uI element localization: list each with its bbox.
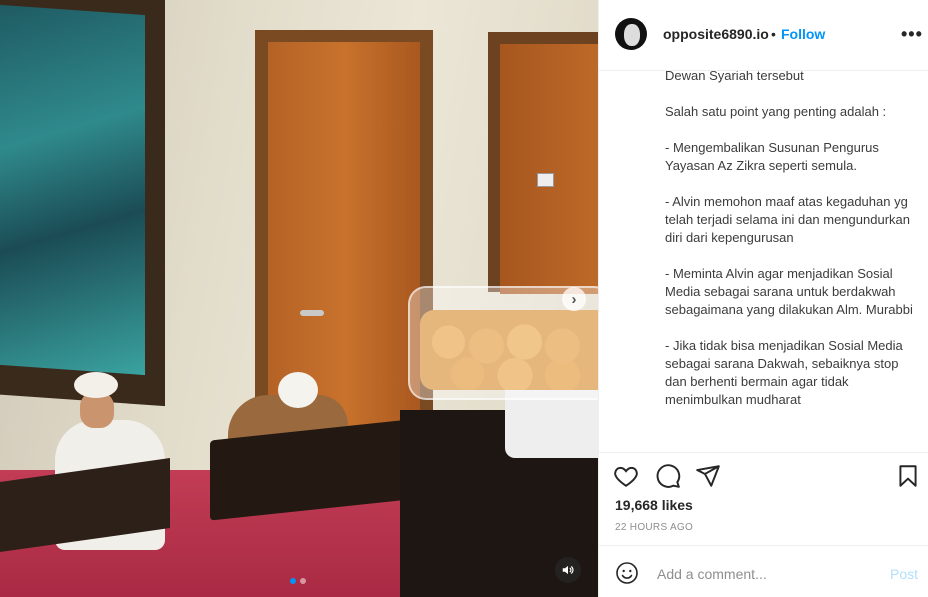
post-header: opposite6890.io • Follow ••• [599,0,928,71]
avatar-face [624,24,640,46]
post-timestamp[interactable]: 22 HOURS AGO [615,522,693,533]
paper-plane-icon[interactable] [695,463,721,489]
carousel-indicator [290,578,306,584]
instagram-post-view: › opposite6890.io • Follow ••• Dewan Sya… [0,0,928,597]
caption-line: Salah satu point yang penting adalah : [665,104,887,119]
caption-line: - Mengembalikan Susunan Pengurus Yayasan… [665,140,879,173]
more-options-icon[interactable]: ••• [901,24,923,45]
post-video[interactable]: › [0,0,598,597]
username-link[interactable]: opposite6890.io [663,26,769,42]
caption-line: - Jika tidak bisa menjadikan Sosial Medi… [665,338,903,407]
carousel-dot-active [290,578,296,584]
chevron-right-icon: › [571,290,577,308]
heart-icon[interactable] [613,463,639,489]
comment-bar: Post [599,545,928,597]
comment-input[interactable] [655,560,879,588]
sound-toggle-button[interactable] [555,557,581,583]
speaker-icon [562,565,574,575]
post-side-panel: opposite6890.io • Follow ••• Dewan Syari… [598,0,928,597]
follow-button[interactable]: Follow [781,26,825,42]
video-scene-painting [0,4,145,376]
emoji-icon[interactable] [615,561,639,585]
video-scene-door-handle [300,310,324,316]
caption-line: - Alvin memohon maaf atas kegaduhan yg t… [665,194,910,245]
avatar[interactable] [615,18,647,50]
caption-line: - Meminta Alvin agar menjadikan Sosial M… [665,266,913,317]
carousel-next-button[interactable]: › [562,287,586,311]
caption-line: Dewan Syariah tersebut [665,71,804,83]
video-scene-light-switch [537,173,554,187]
video-scene-door2 [500,44,598,294]
video-scene-person-right-cap [278,372,318,408]
bookmark-icon[interactable] [895,463,921,489]
header-separator: • [771,26,776,42]
like-count[interactable]: 19,668 likes [615,497,693,513]
video-scene-person-left-cap [74,372,118,398]
carousel-dot [300,578,306,584]
comment-bubble-icon[interactable] [655,463,681,489]
action-bar [599,452,928,497]
caption-text: Dewan Syariah tersebut Salah satu point … [665,71,917,449]
post-comment-button[interactable]: Post [890,566,918,582]
